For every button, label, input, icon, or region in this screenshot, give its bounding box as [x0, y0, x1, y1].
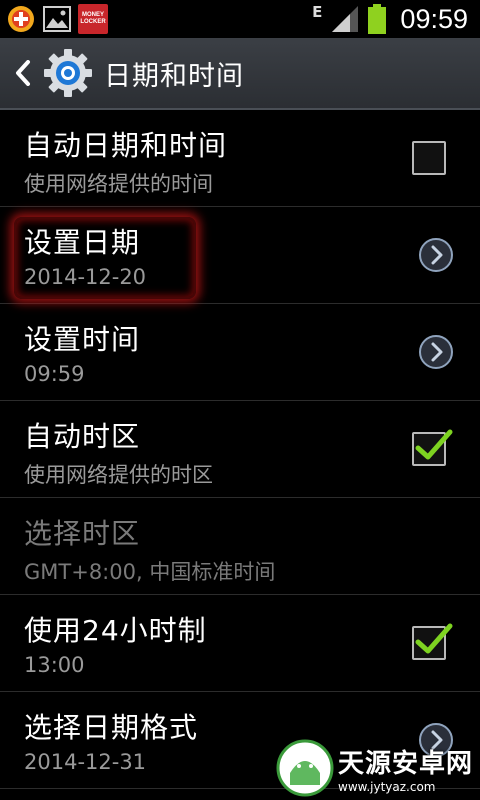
setting-subtitle: 2014-12-31: [24, 750, 147, 774]
setting-title: 使用24小时制: [24, 614, 207, 647]
setting-subtitle: GMT+8:00, 中国标准时间: [24, 560, 276, 584]
settings-gear-icon[interactable]: [42, 47, 94, 99]
setting-subtitle: 2014-12-20: [24, 265, 147, 289]
setting-title: 自动时区: [24, 420, 141, 453]
setting-24-hour[interactable]: 使用24小时制 13:00: [0, 595, 480, 692]
checkmark-icon: [415, 429, 453, 460]
money-locker-line1: MONEY: [81, 12, 104, 18]
chevron-right-icon: [419, 335, 453, 369]
status-bar: MONEY LOCKER E 09:59: [0, 0, 480, 38]
auto-timezone-checkbox[interactable]: [412, 429, 453, 466]
settings-list: 自动日期和时间 使用网络提供的时间 设置日期 2014-12-20 设置时间 0…: [0, 110, 480, 789]
money-locker-icon: MONEY LOCKER: [78, 4, 108, 34]
back-chevron-icon[interactable]: [8, 37, 38, 109]
setting-subtitle: 使用网络提供的时间: [24, 172, 213, 196]
watermark-name: 天源安卓网: [338, 748, 474, 779]
setting-subtitle: 13:00: [24, 653, 85, 677]
setting-title: 选择日期格式: [24, 711, 199, 744]
setting-subtitle: 09:59: [24, 362, 85, 386]
battery-icon: [368, 4, 387, 34]
auto-date-time-checkbox[interactable]: [412, 141, 446, 175]
money-locker-line2: LOCKER: [80, 19, 106, 25]
signal-icon: [332, 6, 359, 32]
setting-title: 设置日期: [24, 226, 141, 259]
setting-auto-date-time[interactable]: 自动日期和时间 使用网络提供的时间: [0, 110, 480, 207]
action-bar: 日期和时间: [0, 38, 480, 110]
setting-subtitle: 使用网络提供的时区: [24, 463, 213, 487]
chevron-right-icon: [419, 238, 453, 272]
setting-title: 自动日期和时间: [24, 129, 228, 162]
status-clock: 09:59: [400, 3, 468, 34]
setting-set-time[interactable]: 设置时间 09:59: [0, 304, 480, 401]
setting-title: 设置时间: [24, 323, 141, 356]
watermark-url: www.jytyaz.com: [338, 779, 436, 794]
setting-select-timezone: 选择时区 GMT+8:00, 中国标准时间: [0, 498, 480, 595]
setting-auto-timezone[interactable]: 自动时区 使用网络提供的时区: [0, 401, 480, 498]
setting-title: 选择时区: [24, 517, 141, 550]
setting-set-date[interactable]: 设置日期 2014-12-20: [0, 207, 480, 304]
android-logo-icon: [276, 739, 334, 797]
24-hour-checkbox[interactable]: [412, 623, 453, 660]
image-notification-icon: [42, 4, 72, 34]
network-type: E: [312, 3, 323, 21]
checkmark-icon: [415, 623, 453, 654]
watermark: 天源安卓网 www.jytyaz.com: [276, 738, 476, 798]
game-notification-icon: [6, 4, 36, 34]
page-title: 日期和时间: [104, 60, 244, 92]
